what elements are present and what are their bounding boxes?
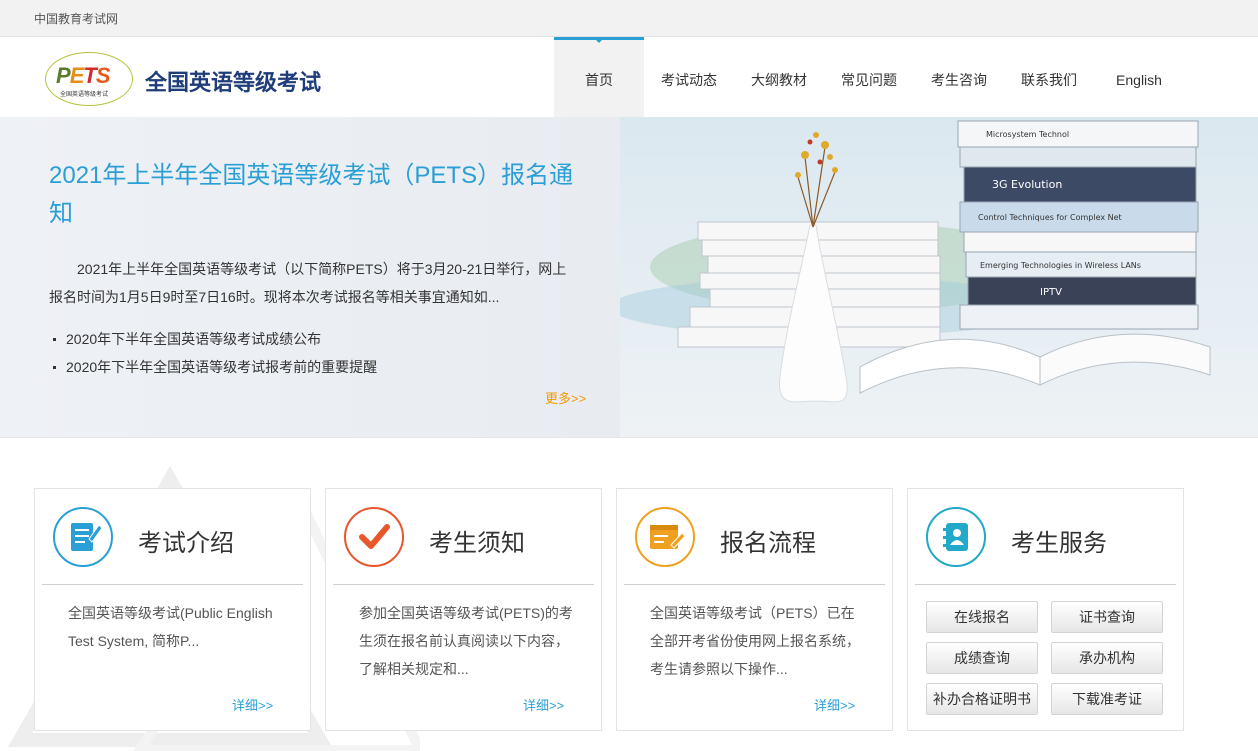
hero-banner: 2021年上半年全国英语等级考试（PETS）报名通知 2021年上半年全国英语等… bbox=[0, 117, 1258, 438]
online-registration-button[interactable]: 在线报名 bbox=[926, 601, 1038, 633]
nav-contact[interactable]: 联系我们 bbox=[1004, 37, 1094, 115]
organizer-button[interactable]: 承办机构 bbox=[1051, 642, 1163, 674]
card-exam-intro: 考试介绍 全国英语等级考试(Public English Test System… bbox=[34, 488, 311, 731]
book-spine-text: IPTV bbox=[1040, 287, 1062, 298]
card-title[interactable]: 考生服务 bbox=[1011, 523, 1107, 558]
detail-link[interactable]: 详细>> bbox=[814, 695, 855, 714]
news-item-label: 2020年下半年全国英语等级考试报考前的重要提醒 bbox=[66, 359, 378, 375]
more-link[interactable]: 更多>> bbox=[545, 388, 586, 407]
document-edit-icon bbox=[53, 507, 113, 567]
card-description: 参加全国英语等级考试(PETS)的考生须在报名前认真阅读以下内容，了解相关规定和… bbox=[359, 605, 573, 677]
site-link[interactable]: 中国教育考试网 bbox=[34, 10, 118, 27]
download-admission-ticket-button[interactable]: 下载准考证 bbox=[1051, 683, 1163, 715]
card-title[interactable]: 考生须知 bbox=[429, 523, 525, 558]
divider bbox=[915, 584, 1176, 585]
active-caret-icon bbox=[593, 37, 605, 43]
nav-home[interactable]: 首页 bbox=[554, 37, 644, 118]
books-vase-illustration: Microsystem Technol 3G Evolution Control… bbox=[620, 117, 1258, 437]
card-candidate-services: 考生服务 在线报名 证书查询 成绩查询 承办机构 补办合格证明书 下载准考证 bbox=[907, 488, 1184, 731]
divider bbox=[624, 584, 885, 585]
detail-link[interactable]: 详细>> bbox=[232, 695, 273, 714]
card-description: 全国英语等级考试（PETS）已在全部开考省份使用网上报名系统，考生请参照以下操作… bbox=[650, 605, 860, 677]
detail-link[interactable]: 详细>> bbox=[523, 695, 564, 714]
score-query-button[interactable]: 成绩查询 bbox=[926, 642, 1038, 674]
nav-exam-news[interactable]: 考试动态 bbox=[644, 37, 734, 115]
certificate-query-button[interactable]: 证书查询 bbox=[1051, 601, 1163, 633]
banner-lead: 2021年上半年全国英语等级考试（以下简称PETS）将于3月20-21日举行，网… bbox=[49, 261, 567, 305]
card-candidate-notice: 考生须知 参加全国英语等级考试(PETS)的考生须在报名前认真阅读以下内容，了解… bbox=[325, 488, 602, 731]
nav-label: 联系我们 bbox=[1021, 72, 1077, 88]
card-registration-process: 报名流程 全国英语等级考试（PETS）已在全部开考省份使用网上报名系统，考生请参… bbox=[616, 488, 893, 731]
header: PETS 全国英语等级考试 全国英语等级考试 首页 考试动态 大纲教材 常见问题… bbox=[0, 37, 1258, 118]
nav-label: English bbox=[1116, 72, 1162, 88]
news-item-label: 2020年下半年全国英语等级考试成绩公布 bbox=[66, 331, 322, 347]
nav-label: 首页 bbox=[585, 72, 613, 88]
book-spine-text: Emerging Technologies in Wireless LANs bbox=[980, 261, 1141, 270]
checkmark-icon bbox=[344, 507, 404, 567]
nav-label: 考试动态 bbox=[661, 72, 717, 88]
divider bbox=[333, 584, 594, 585]
top-bar: 中国教育考试网 bbox=[0, 0, 1258, 37]
form-edit-icon bbox=[635, 507, 695, 567]
reissue-certificate-button[interactable]: 补办合格证明书 bbox=[926, 683, 1038, 715]
nav-faq[interactable]: 常见问题 bbox=[824, 37, 914, 115]
nav-english[interactable]: English bbox=[1094, 37, 1184, 115]
news-item[interactable]: 2020年下半年全国英语等级考试成绩公布 bbox=[49, 325, 377, 353]
card-description: 全国英语等级考试(Public English Test System, 简称P… bbox=[68, 605, 273, 649]
book-spine-text: Control Techniques for Complex Net bbox=[978, 213, 1122, 222]
news-item[interactable]: 2020年下半年全国英语等级考试报考前的重要提醒 bbox=[49, 353, 377, 381]
card-title[interactable]: 考试介绍 bbox=[138, 523, 234, 558]
banner-headline[interactable]: 2021年上半年全国英语等级考试（PETS）报名通知 bbox=[49, 157, 579, 233]
logo-mark: PETS bbox=[56, 63, 110, 88]
nav-label: 考生咨询 bbox=[931, 72, 987, 88]
logo-subtext: 全国英语等级考试 bbox=[60, 92, 109, 98]
pets-logo[interactable]: PETS 全国英语等级考试 bbox=[45, 52, 133, 106]
contact-book-icon bbox=[926, 507, 986, 567]
book-spine-text: 3G Evolution bbox=[992, 178, 1062, 191]
banner-news-list: 2020年下半年全国英语等级考试成绩公布 2020年下半年全国英语等级考试报考前… bbox=[49, 325, 377, 381]
divider bbox=[42, 584, 303, 585]
card-title[interactable]: 报名流程 bbox=[720, 523, 816, 558]
nav-consult[interactable]: 考生咨询 bbox=[914, 37, 1004, 115]
nav-syllabus[interactable]: 大纲教材 bbox=[734, 37, 824, 115]
book-spine-text: Microsystem Technol bbox=[986, 130, 1069, 139]
site-title: 全国英语等级考试 bbox=[145, 70, 322, 95]
bullet-icon bbox=[53, 338, 56, 341]
nav-label: 大纲教材 bbox=[751, 72, 807, 88]
bullet-icon bbox=[53, 366, 56, 369]
nav-label: 常见问题 bbox=[841, 72, 897, 88]
